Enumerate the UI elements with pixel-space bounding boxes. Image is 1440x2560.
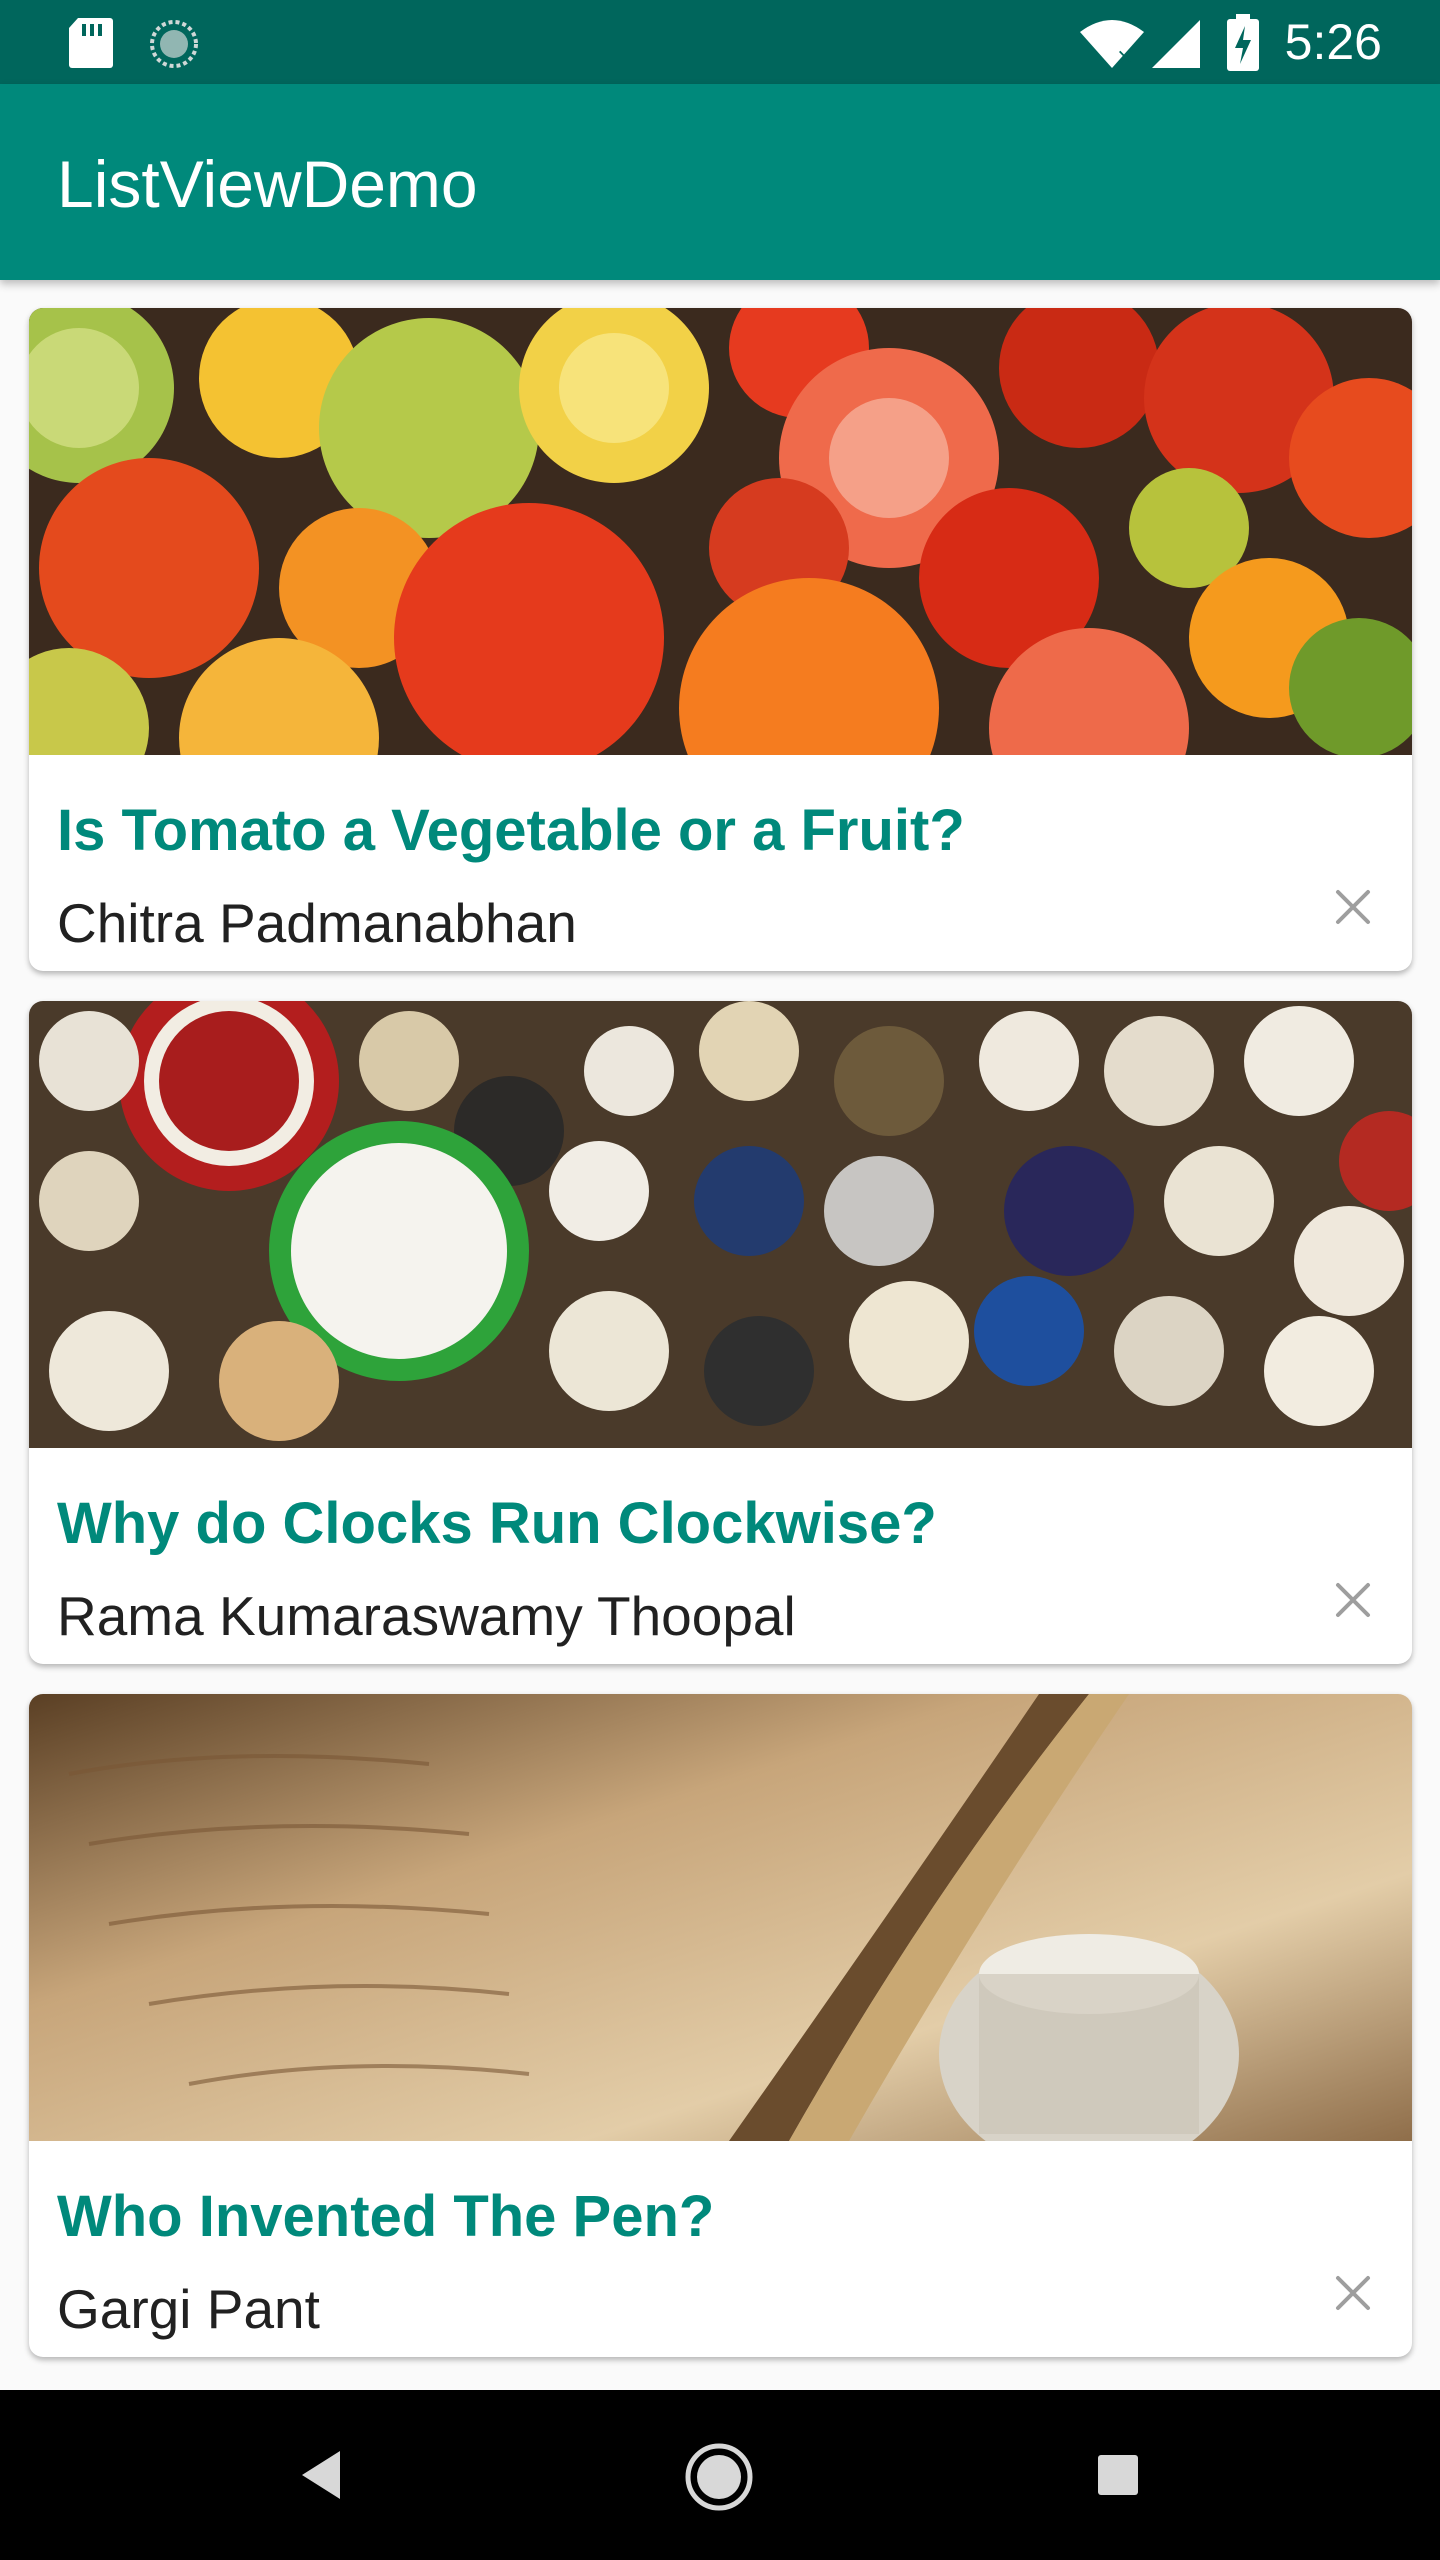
home-icon[interactable]	[684, 2442, 754, 2512]
close-icon[interactable]	[1320, 2260, 1386, 2326]
close-icon[interactable]	[1320, 1567, 1386, 1633]
wifi-icon: ×	[1080, 20, 1144, 70]
close-icon[interactable]	[1320, 874, 1386, 940]
navigation-bar	[0, 2390, 1440, 2560]
back-icon[interactable]	[296, 2447, 344, 2503]
sd-card-icon	[69, 18, 113, 68]
clocks-image	[29, 1001, 1412, 1448]
article-list[interactable]: Is Tomato a Vegetable or a Fruit? Chitra…	[0, 280, 1440, 2390]
app-title: ListViewDemo	[57, 147, 478, 221]
article-author: Gargi Pant	[57, 2278, 320, 2340]
article-title: Who Invented The Pen?	[57, 2184, 715, 2249]
quill-pen-image	[29, 1694, 1412, 2141]
article-title: Is Tomato a Vegetable or a Fruit?	[57, 798, 965, 863]
sync-icon	[150, 20, 198, 68]
tomatoes-image	[29, 308, 1412, 755]
recents-icon[interactable]	[1096, 2453, 1140, 2497]
article-card[interactable]: Why do Clocks Run Clockwise? Rama Kumara…	[29, 1001, 1412, 1664]
cell-signal-icon	[1152, 20, 1200, 68]
article-author: Rama Kumaraswamy Thoopal	[57, 1585, 796, 1647]
status-time: 5:26	[1284, 14, 1382, 70]
app-bar: ListViewDemo	[0, 84, 1440, 280]
article-card[interactable]: Who Invented The Pen? Gargi Pant	[29, 1694, 1412, 2357]
article-author: Chitra Padmanabhan	[57, 892, 577, 954]
article-title: Why do Clocks Run Clockwise?	[57, 1491, 937, 1556]
status-bar: × 5:26	[0, 0, 1440, 84]
svg-text:×: ×	[1116, 45, 1134, 70]
article-card[interactable]: Is Tomato a Vegetable or a Fruit? Chitra…	[29, 308, 1412, 971]
battery-charging-icon	[1227, 14, 1259, 71]
